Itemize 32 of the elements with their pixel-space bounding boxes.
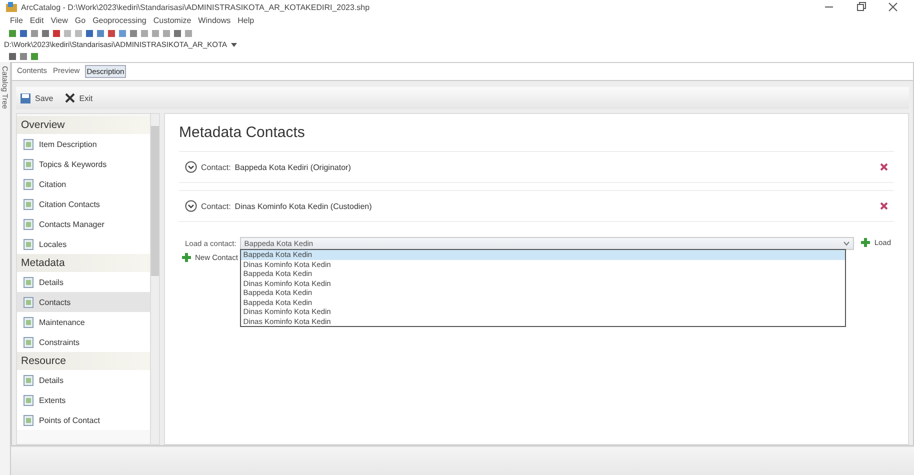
menu-item[interactable]: Help: [238, 16, 254, 25]
contact-label: Contact:: [201, 162, 231, 172]
sidebar-item[interactable]: Maintenance: [17, 312, 150, 332]
exit-button[interactable]: Exit: [63, 92, 95, 104]
save-button[interactable]: Save: [18, 92, 56, 104]
page-heading: Metadata Contacts: [179, 124, 306, 143]
sidebar-item[interactable]: Topics & Keywords: [17, 154, 150, 174]
sidebar-item[interactable]: Extents: [17, 390, 150, 410]
sidebar-item[interactable]: Points of Contact: [17, 410, 150, 430]
sidebar-item[interactable]: Details: [17, 272, 150, 292]
section-heading: Overview: [17, 116, 150, 134]
menu-item[interactable]: Go: [74, 16, 86, 25]
menu-item[interactable]: Geoprocessing: [92, 16, 146, 25]
sidebar-item[interactable]: Constraints: [17, 332, 150, 352]
section-heading: Metadata: [17, 254, 150, 272]
section-heading: Resource: [17, 352, 150, 370]
sidebar-item[interactable]: Details: [17, 370, 150, 390]
sidebar-item[interactable]: Citation: [17, 174, 150, 194]
contact-name: Dinas Kominfo Kota Kedin (Custodien): [234, 202, 373, 210]
menu-item[interactable]: File: [10, 16, 23, 25]
window-title: ArcCatalog - D:\Work\2023\kediri\Standarisasi\ADMINISTRASIKOTA_AR_KOTAKEDIRI_2023.shp: [21, 2, 371, 12]
sidebar-item[interactable]: Locales: [17, 234, 150, 254]
sidebar-item[interactable]: Contacts Manager: [17, 214, 150, 234]
menu-item[interactable]: Windows: [198, 16, 231, 25]
sidebar-item[interactable]: Citation Contacts: [17, 194, 150, 214]
menu-item[interactable]: View: [50, 16, 68, 25]
contact-label: Contact:: [201, 202, 231, 210]
contact-name: Bappeda Kota Kediri (Originator): [234, 162, 352, 172]
menu-item[interactable]: Customize: [153, 16, 192, 25]
sidebar-item[interactable]: Contacts: [17, 292, 150, 312]
menu-item[interactable]: Edit: [30, 16, 44, 25]
sidebar-item[interactable]: Item Description: [17, 134, 150, 154]
